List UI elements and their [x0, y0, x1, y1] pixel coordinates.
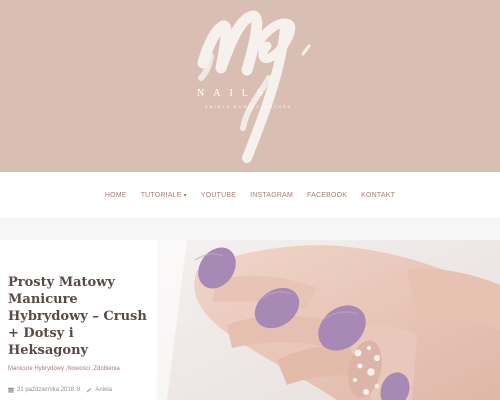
logo-brush-lettering[interactable] [185, 8, 335, 163]
post-featured-image[interactable] [157, 240, 500, 400]
nav-item-tutoriale[interactable]: TUTORIALE ▾ [134, 192, 194, 199]
post-author[interactable]: Aniela [95, 387, 112, 393]
nav-item-youtube[interactable]: YOUTUBE [194, 192, 243, 199]
nav-item-label: FACEBOOK [307, 191, 348, 199]
site-header: NAILS ANIELA KUBICZ MATUSA [0, 0, 500, 172]
comment-count[interactable]: 8 [77, 387, 80, 393]
post-date: 31 października 2018 [17, 387, 75, 393]
nav-item-home[interactable]: HOME [98, 192, 134, 199]
nav-item-label: TUTORIALE [140, 191, 182, 199]
calendar-icon [8, 387, 14, 393]
main-nav: HOME TUTORIALE ▾ YOUTUBE INSTAGRAM FACEB… [0, 172, 500, 218]
nav-item-label: INSTAGRAM [250, 191, 294, 199]
nav-item-facebook[interactable]: FACEBOOK [300, 192, 354, 199]
post-summary: Prosty Matowy Manicure Hybrydowy – Crush… [0, 240, 157, 400]
post-meta: 31 października 2018 8 Aniela [8, 387, 158, 393]
pencil-icon [86, 387, 92, 393]
post-categories[interactable]: Manicure Hybrydowy ,Nowości ,Zdobienia [8, 366, 158, 372]
nav-item-label: HOME [104, 191, 127, 199]
brand-subtitle: ANIELA KUBICZ MATUSA [205, 104, 293, 109]
nav-item-label: KONTAKT [361, 191, 396, 199]
nav-item-kontakt[interactable]: KONTAKT [354, 192, 402, 199]
nav-item-label: YOUTUBE [200, 191, 237, 199]
brand-name: NAILS [197, 88, 272, 99]
post-title[interactable]: Prosty Matowy Manicure Hybrydowy – Crush… [8, 274, 156, 359]
section-divider [0, 218, 500, 240]
chevron-down-icon: ▾ [183, 192, 187, 199]
nav-item-instagram[interactable]: INSTAGRAM [243, 192, 300, 199]
